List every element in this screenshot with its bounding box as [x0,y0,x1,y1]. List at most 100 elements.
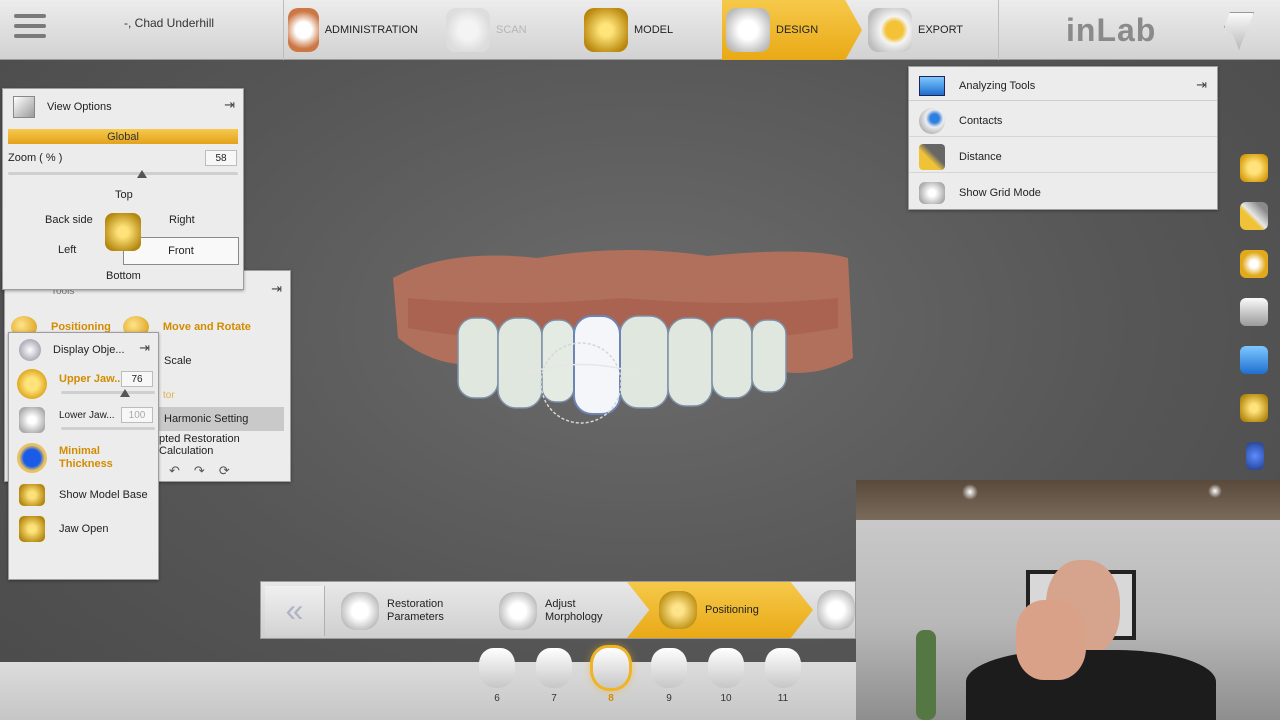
ceiling-light [962,484,978,500]
step-next[interactable] [817,590,855,630]
distance-tool[interactable]: Distance [909,141,1217,173]
contacts-tool[interactable]: Contacts [909,105,1217,137]
webcam-overlay [856,480,1280,720]
tooth-number: 8 [608,693,614,704]
tooth-7[interactable] [536,648,572,688]
jaw-open-label: Jaw Open [59,523,109,535]
scan-icon [446,8,490,52]
grid-crown-icon [919,182,945,204]
contacts-label: Contacts [959,114,1003,127]
upper-jaw-slider[interactable] [61,391,155,394]
export-icon [868,8,912,52]
show-model-base-label: Show Model Base [59,489,148,501]
jaw-open-icon [19,516,45,542]
pin-icon[interactable]: ⇥ [271,281,282,297]
plant [916,630,936,720]
redo-icon[interactable]: ↷ [194,463,205,479]
view-bottom-button[interactable]: Bottom [106,270,141,282]
library-book-icon[interactable] [1240,298,1268,326]
view-cube-icon [13,96,35,118]
ceiling-light [1208,484,1222,498]
lower-jaw-slider[interactable] [61,427,155,430]
tooth-11[interactable] [765,648,801,688]
distance-label: Distance [959,150,1002,163]
zoom-value-field[interactable]: 58 [205,150,237,166]
restoration-cube-icon[interactable] [1240,154,1268,182]
view-left-button[interactable]: Left [58,244,76,256]
tooth-9[interactable] [651,648,687,688]
view-right-button[interactable]: Right [169,214,195,226]
brand-lightning-icon[interactable] [1224,12,1254,50]
divider [283,0,284,60]
minimal-thickness-row[interactable]: Minimal Thickness [9,441,158,475]
stage-scan: SCAN [446,0,556,60]
move-rotate-tool[interactable]: Move and Rotate [163,321,251,333]
harmonic-setting-button[interactable]: Harmonic Setting [159,407,284,431]
tooth-6[interactable] [479,648,515,688]
app-logo: inLab [1066,12,1157,48]
patient-name: -, Chad Underhill [124,16,215,30]
contacts-icon [919,107,945,134]
view-back-button[interactable]: Back side [45,214,93,226]
pin-icon[interactable]: ⇥ [224,97,235,113]
zoom-slider-track[interactable] [8,172,238,175]
stage-export[interactable]: EXPORT [868,0,988,60]
tooth-number: 6 [494,693,500,704]
step-restoration-parameters[interactable]: Restoration Parameters [341,588,491,634]
workflow-bar: « Restoration Parameters Adjust Morpholo… [260,581,856,639]
display-objects-side-icon[interactable] [1240,394,1268,422]
pin-icon[interactable]: ⇥ [1196,77,1207,93]
positioning-side-icon[interactable] [1240,250,1268,278]
minimal-thickness-label: Minimal Thickness [59,445,113,470]
zoom-label: Zoom ( % ) [8,152,63,164]
presenter-hand [1016,600,1086,680]
stage-label: MODEL [634,24,674,36]
stage-administration[interactable]: ADMINISTRATION [288,0,418,60]
undo-icon[interactable]: ↶ [169,463,180,479]
top-bar: -, Chad Underhill ADMINISTRATION SCAN MO… [0,0,1280,60]
positioning-step-icon [659,591,697,629]
stage-label: ADMINISTRATION [324,24,418,36]
view-top-button[interactable]: Top [115,189,133,201]
color-side-icon[interactable] [1246,442,1264,470]
stage-model[interactable]: MODEL [584,0,704,60]
global-tab[interactable]: Global [8,129,238,144]
display-objects-title: Display Obje... [53,344,125,356]
analyzing-tools-title: Analyzing Tools [959,79,1036,92]
tools-wrench-icon[interactable] [1240,202,1268,230]
step-positioning[interactable]: Positioning [627,582,813,638]
show-grid-tool[interactable]: Show Grid Mode [909,177,1217,209]
pin-icon[interactable]: ⇥ [139,340,150,356]
view-options-panel: View Options ⇥ Global Zoom ( % ) 58 Top … [2,88,244,290]
restoration-tooth-icon [341,592,379,630]
tooth-8-selected[interactable] [593,648,629,688]
dental-3d-model[interactable] [388,238,858,438]
adapted-calc-tool[interactable]: pted Restoration Calculation [159,433,290,457]
analyzing-tools-panel: Analyzing Tools ⇥ Contacts Distance Show… [908,66,1218,210]
harmonic-label: Harmonic Setting [164,413,249,425]
model-base-icon [19,484,45,506]
scale-tool[interactable]: Scale [164,355,192,367]
lower-jaw-label: Lower Jaw... [59,409,115,421]
lower-jaw-icon [19,407,45,433]
stage-design[interactable]: DESIGN [722,0,862,60]
undo-redo-row: ↶ ↷ ⟳ [169,463,290,479]
upper-jaw-label: Upper Jaw... [59,373,124,385]
divider [998,0,999,60]
show-model-base-row[interactable]: Show Model Base [9,481,158,509]
reset-icon[interactable]: ⟳ [219,463,230,479]
lower-jaw-value[interactable]: 100 [121,407,153,423]
analyzing-side-icon[interactable] [1240,346,1268,374]
hamburger-menu-icon[interactable] [14,14,46,44]
zoom-slider-thumb[interactable] [137,170,147,178]
jaw-model-icon [288,8,319,52]
upper-jaw-slider-thumb[interactable] [120,389,130,397]
tooth-number: 11 [777,693,789,704]
analyzing-tools-header: Analyzing Tools [909,71,1217,101]
jaw-open-row[interactable]: Jaw Open [9,515,158,543]
upper-jaw-value[interactable]: 76 [121,371,153,387]
workflow-back-button[interactable]: « [265,586,325,636]
upper-jaw-icon [17,369,47,399]
step-adjust-morphology[interactable]: Adjust Morphology [499,588,639,634]
tooth-10[interactable] [708,648,744,688]
